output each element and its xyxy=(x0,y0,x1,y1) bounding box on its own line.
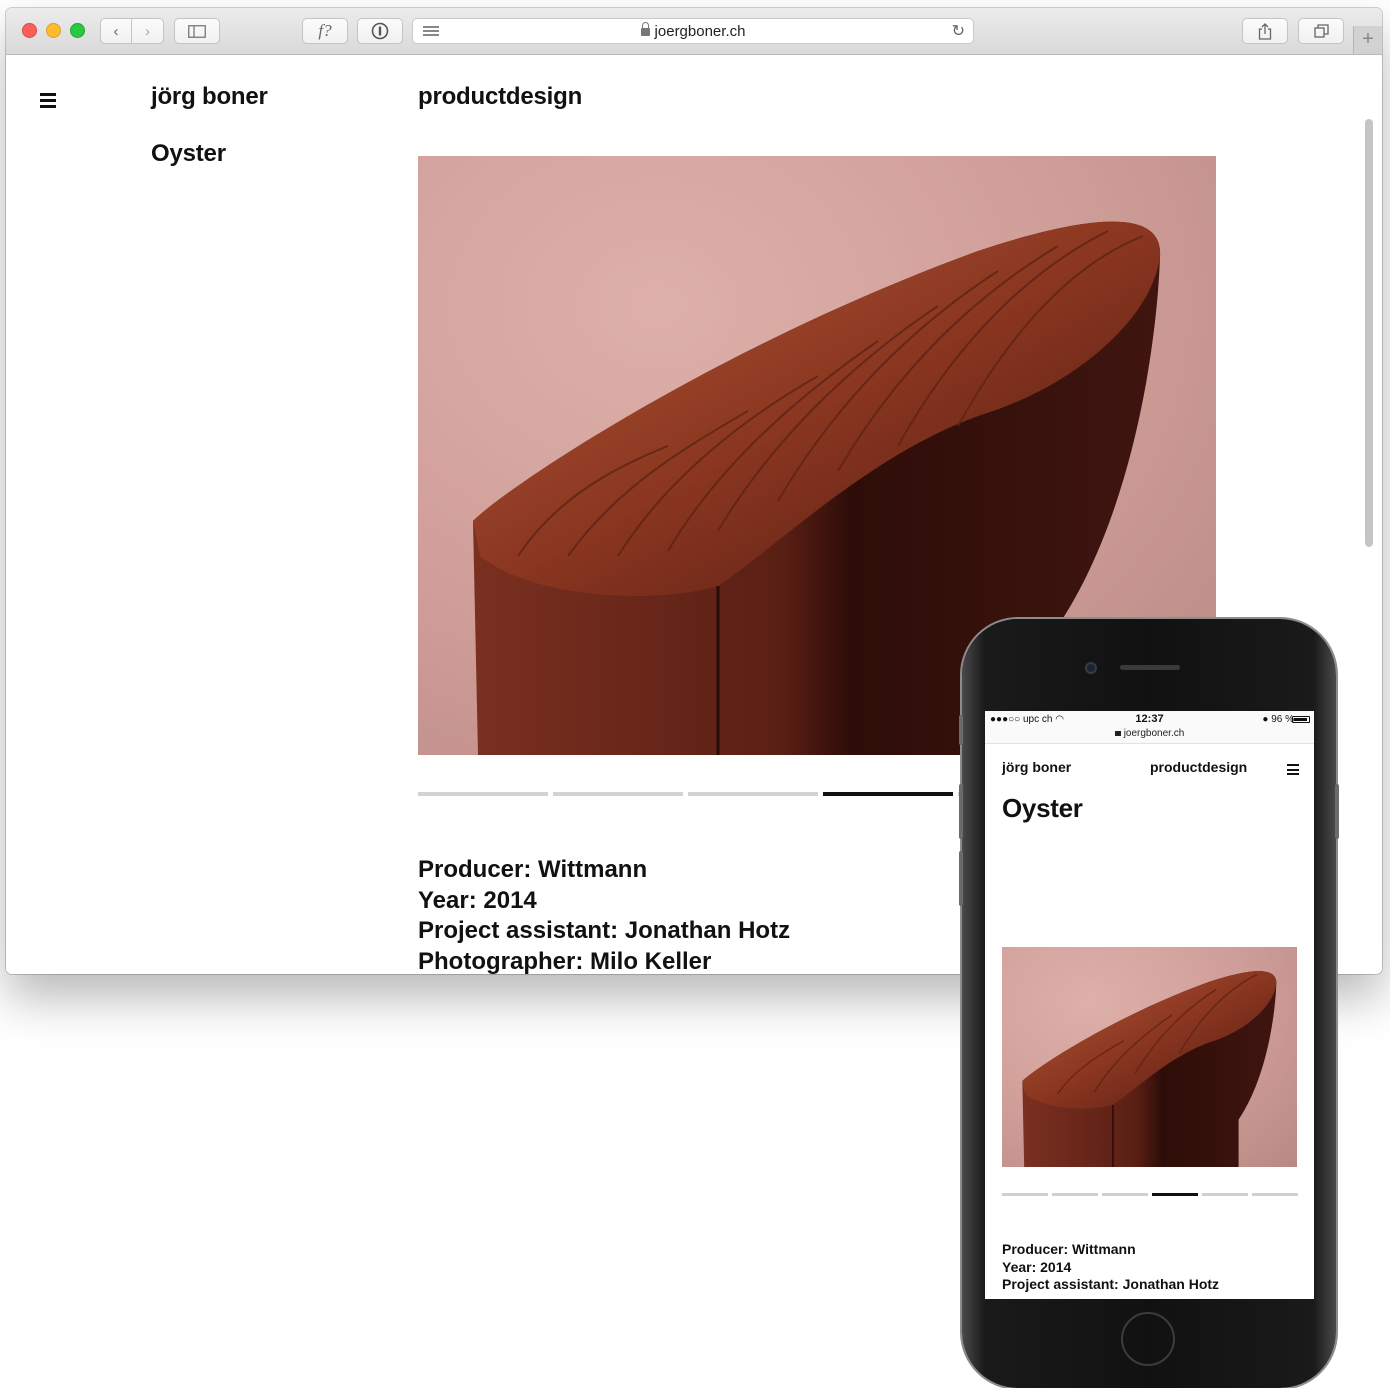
year-line: Year: 2014 xyxy=(1002,1258,1072,1275)
producer-line: Producer: Wittmann xyxy=(1002,1241,1136,1257)
share-button[interactable] xyxy=(1242,18,1288,44)
password-manager-button[interactable] xyxy=(357,18,403,44)
lock-icon xyxy=(1114,731,1121,736)
producer-line: Producer: Wittmann xyxy=(418,856,648,883)
phone-address[interactable]: joergboner.ch xyxy=(985,728,1314,739)
earpiece-speaker xyxy=(1120,665,1180,670)
phone-section-link[interactable]: productdesign xyxy=(1150,759,1247,775)
phone-screen: ●●●○○ upc ch ◠ 12:37 ● 96 % joergboner.c… xyxy=(985,711,1314,1299)
lock-icon xyxy=(640,22,650,36)
phone-project-details: Producer: Wittmann Year: 2014 Project as… xyxy=(1002,1241,1219,1294)
show-tabs-button[interactable] xyxy=(1298,18,1344,44)
slide-dot[interactable] xyxy=(1252,1193,1298,1196)
page-scrollbar[interactable] xyxy=(1365,119,1373,547)
slide-dot[interactable] xyxy=(553,792,683,796)
zoom-window-button[interactable] xyxy=(70,23,85,38)
battery-percent: 96 % xyxy=(1271,714,1294,725)
power-button xyxy=(1335,784,1339,839)
slide-dot[interactable] xyxy=(1002,1193,1048,1196)
battery-icon xyxy=(1292,716,1310,723)
phone-status-bar: ●●●○○ upc ch ◠ 12:37 ● 96 % joergboner.c… xyxy=(985,711,1314,744)
menu-icon[interactable] xyxy=(40,93,56,111)
sidebar-toggle-button[interactable] xyxy=(174,18,220,44)
minimize-window-button[interactable] xyxy=(46,23,61,38)
slide-dot[interactable] xyxy=(688,792,818,796)
forward-button[interactable]: › xyxy=(132,18,164,44)
section-title-link[interactable]: productdesign xyxy=(418,83,582,111)
year-line: Year: 2014 xyxy=(418,886,537,914)
slide-dot-active[interactable] xyxy=(1152,1193,1198,1196)
forward-icon: › xyxy=(145,22,150,40)
slide-dot-active[interactable] xyxy=(823,792,953,796)
slide-dot[interactable] xyxy=(1102,1193,1148,1196)
close-window-button[interactable] xyxy=(22,23,37,38)
volume-down-button xyxy=(959,851,963,906)
slide-dot[interactable] xyxy=(418,792,548,796)
slide-dot[interactable] xyxy=(1202,1193,1248,1196)
phone-product-photo[interactable] xyxy=(1002,947,1297,1167)
new-tab-icon: + xyxy=(1362,28,1374,50)
phone-site-name-link[interactable]: jörg boner xyxy=(1002,759,1071,775)
share-icon xyxy=(1258,22,1272,40)
mute-switch xyxy=(959,715,963,745)
tabs-icon xyxy=(1313,24,1329,38)
phone-slide-indicator xyxy=(1002,1193,1298,1196)
url-text: joergboner.ch xyxy=(654,23,746,40)
site-name-link[interactable]: jörg boner xyxy=(151,83,268,111)
reload-icon[interactable]: ↻ xyxy=(952,21,965,41)
phone-mockup: ●●●○○ upc ch ◠ 12:37 ● 96 % joergboner.c… xyxy=(959,619,1339,1388)
back-icon: ‹ xyxy=(113,22,119,40)
new-tab-button[interactable]: + xyxy=(1353,26,1382,54)
address-bar[interactable]: joergboner.ch ↻ xyxy=(412,18,974,44)
volume-up-button xyxy=(959,784,963,839)
assistant-line: Project assistant: Jonathan Hotz xyxy=(418,917,791,944)
project-details: Producer: Wittmann Year: 2014 Project as… xyxy=(418,855,790,974)
photographer-line: Photographer: Milo Keller xyxy=(418,947,712,975)
battery-status: ● 96 % xyxy=(1262,714,1294,725)
password-icon xyxy=(371,22,389,40)
browser-toolbar: ‹ › f? joergboner.ch ↻ + xyxy=(6,8,1382,55)
history-navigation: ‹ › xyxy=(100,18,164,44)
assistant-line: Project assistant: Jonathan Hotz xyxy=(1002,1276,1220,1292)
home-button[interactable] xyxy=(1121,1312,1175,1366)
project-title: Oyster xyxy=(151,140,226,167)
front-camera xyxy=(1085,662,1097,674)
menu-icon[interactable] xyxy=(1287,764,1299,778)
phone-project-title: Oyster xyxy=(1002,793,1083,823)
slide-dot[interactable] xyxy=(1052,1193,1098,1196)
font-extension-button[interactable]: f? xyxy=(302,18,348,44)
phone-url-text: joergboner.ch xyxy=(1123,728,1185,739)
alarm-icon: ● xyxy=(1262,714,1269,725)
address-display: joergboner.ch xyxy=(413,22,973,40)
sidebar-icon xyxy=(188,24,206,38)
back-button[interactable]: ‹ xyxy=(100,18,132,44)
